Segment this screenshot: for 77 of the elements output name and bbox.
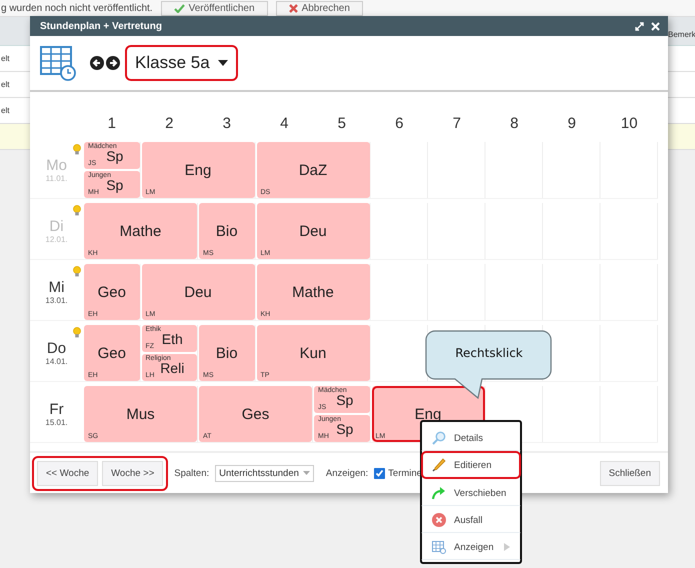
table-cell: elt [0, 80, 10, 89]
toolbar-button[interactable]: Abbrechen [276, 0, 363, 16]
lightbulb-icon[interactable] [73, 266, 81, 277]
subject-label: Bio [216, 222, 238, 240]
next-arrow-icon[interactable] [106, 56, 120, 70]
menu-item[interactable]: Details [421, 424, 521, 451]
period-number: 2 [164, 114, 174, 132]
checkbox[interactable] [374, 468, 386, 478]
subject-label: Mathe [292, 284, 334, 300]
date-label: 14.01. [45, 357, 68, 366]
menu-item[interactable]: Editieren [421, 451, 521, 479]
subject-label: Geo [98, 344, 126, 362]
day-label: Mi [48, 279, 64, 296]
menu-item[interactable]: Anzeigen [421, 533, 521, 560]
check-icon [174, 4, 185, 12]
maximize-icon[interactable] [635, 22, 644, 30]
period-number: 5 [336, 114, 347, 132]
table-icon [432, 540, 446, 554]
subject-label: Deu [184, 284, 212, 300]
subject-label: Eng [184, 162, 212, 178]
subject-label: Deu [299, 222, 327, 240]
date-label: 13.01. [45, 296, 68, 305]
period-number: 7 [452, 114, 462, 132]
menu-item[interactable]: Ausfall [421, 506, 521, 533]
date-label: 15.01. [45, 418, 68, 427]
columns-dropdown[interactable]: Unterrichtsstunden [215, 464, 314, 482]
subject-label: Mathe [120, 222, 162, 240]
week-button[interactable]: << Woche [37, 460, 98, 486]
day-label: Do [46, 340, 66, 357]
timetable-clock-icon [40, 45, 76, 81]
subject-label: Sp [106, 148, 124, 164]
subject-label: Ges [242, 406, 270, 422]
subject-label: Kun [300, 344, 326, 362]
columns-label: Spalten: [174, 468, 210, 478]
period-number: 6 [394, 114, 404, 132]
subject-label: DaZ [298, 162, 328, 178]
day-label: Fr [49, 401, 64, 418]
window-title: Stundenplan + Vertretung [40, 20, 163, 32]
period-number: 9 [566, 114, 577, 132]
period-number: 4 [279, 114, 290, 132]
subject-label: Mus [126, 406, 155, 422]
period-number: 1 [106, 114, 117, 132]
table-cell: elt [0, 106, 10, 115]
subject-label: Eth [162, 330, 183, 346]
subject-label: Sp [106, 176, 124, 192]
class-dropdown[interactable]: Klasse 5a [125, 45, 238, 81]
show-label: Anzeigen: [326, 468, 368, 478]
caret-icon [302, 471, 310, 475]
notice-text: g wurden noch nicht veröffentlicht. [0, 2, 153, 14]
lightbulb-icon[interactable] [73, 327, 81, 338]
caret-icon [218, 60, 228, 66]
previous-arrow-icon[interactable] [90, 56, 104, 70]
day-label: Di [49, 218, 64, 235]
toolbar-button[interactable]: Veröffentlichen [160, 0, 268, 16]
subject-label: Bio [216, 344, 238, 362]
subject-label: Geo [98, 284, 126, 300]
subject-label: Sp [336, 420, 354, 436]
lightbulb-icon[interactable] [73, 144, 81, 155]
menu-item[interactable]: Verschieben [421, 479, 521, 506]
day-label: Mo [46, 157, 67, 174]
pencil-icon [432, 458, 446, 472]
date-label: 12.01. [45, 235, 68, 244]
subject-label: Sp [336, 392, 354, 408]
cancel-icon [432, 513, 446, 527]
period-number: 10 [620, 114, 639, 132]
table-cell: elt [0, 54, 10, 63]
lightbulb-icon[interactable] [73, 205, 81, 216]
date-label: 11.01. [46, 174, 68, 183]
close-icon [288, 4, 298, 12]
period-number: 3 [222, 114, 232, 132]
search-icon [432, 431, 446, 445]
curved-arrow-icon [432, 486, 446, 500]
callout-text: Rechtsklick [454, 346, 524, 360]
close-icon[interactable] [651, 22, 660, 30]
week-button[interactable]: Woche >> [102, 460, 164, 486]
period-number: 8 [509, 114, 520, 132]
close-button[interactable]: Schließen [600, 460, 660, 486]
